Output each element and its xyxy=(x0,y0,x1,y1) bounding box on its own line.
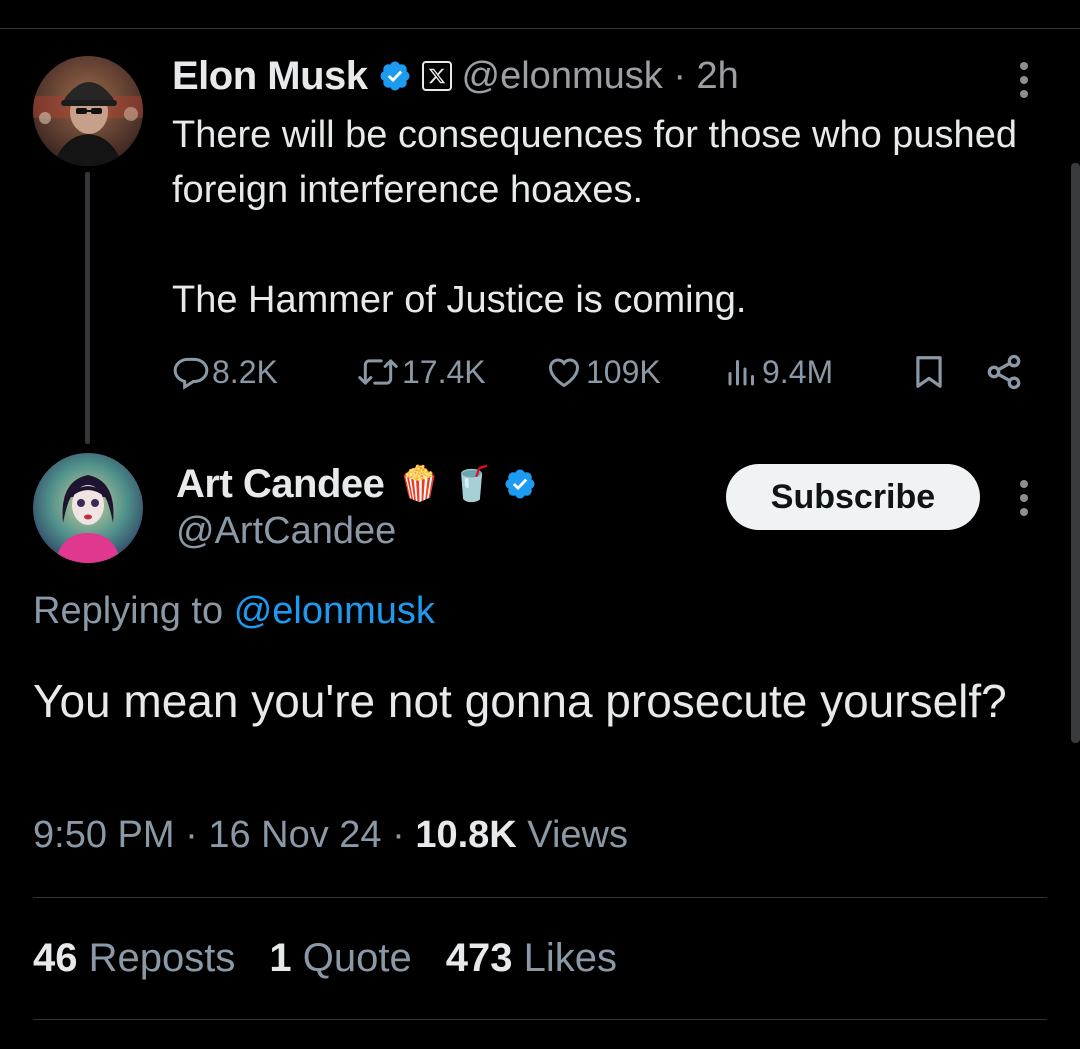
tweet-metadata: 9:50 PM · 16 Nov 24 · 10.8K Views xyxy=(33,814,628,857)
x-affiliate-icon xyxy=(421,61,452,91)
reply-author-name[interactable]: Art Candee xyxy=(176,462,385,507)
avatar-art-candee[interactable] xyxy=(33,453,143,563)
share-button[interactable] xyxy=(984,346,1024,398)
thread-connector-line xyxy=(85,172,90,444)
quotes-stat[interactable]: 1 Quote xyxy=(269,936,411,981)
verified-badge-icon xyxy=(378,59,412,93)
reply-time[interactable]: 9:50 PM xyxy=(33,814,175,856)
reposts-count: 46 xyxy=(33,936,78,980)
handle-and-time: @elonmusk · 2h xyxy=(462,55,739,98)
quotes-count: 1 xyxy=(269,936,292,980)
reposts-stat[interactable]: 46 Reposts xyxy=(33,936,235,981)
reply-date[interactable]: 16 Nov 24 xyxy=(208,814,381,856)
likes-stat[interactable]: 473 Likes xyxy=(446,936,617,981)
stats-divider-top xyxy=(33,897,1047,898)
tweet-action-bar: 8.2K 17.4K 109K 9.4M xyxy=(172,346,1032,398)
parent-tweet-header: Elon Musk @elonmusk · 2h xyxy=(172,52,739,100)
avatar-image xyxy=(33,453,143,563)
more-icon[interactable] xyxy=(1020,480,1028,522)
likes-label: Likes xyxy=(523,936,617,980)
replying-to-mention[interactable]: @elonmusk xyxy=(234,590,435,632)
bookmark-icon xyxy=(916,356,942,388)
views-count: 9.4M xyxy=(762,353,834,390)
views-button[interactable]: 9.4M xyxy=(724,346,833,398)
engagement-stats: 46 Reposts 1 Quote 473 Likes xyxy=(33,936,651,981)
views-icon xyxy=(728,360,754,386)
top-divider xyxy=(0,28,1080,29)
reply-icon xyxy=(173,357,209,390)
reply-views-count: 10.8K xyxy=(415,814,517,856)
like-button[interactable]: 109K xyxy=(544,346,661,398)
verified-badge-icon xyxy=(503,467,537,501)
author-handle[interactable]: @elonmusk xyxy=(462,55,663,97)
tweet-time[interactable]: 2h xyxy=(697,55,739,97)
reply-count: 8.2K xyxy=(212,353,278,390)
repost-button[interactable]: 17.4K xyxy=(356,346,486,398)
drink-icon: 🥤 xyxy=(450,465,494,503)
stats-divider-bottom xyxy=(33,1019,1047,1020)
reply-button[interactable]: 8.2K xyxy=(172,346,278,398)
likes-count: 473 xyxy=(445,936,513,980)
replying-to-prefix: Replying to xyxy=(33,590,224,632)
tweet-text-paragraph-1: There will be consequences for those who… xyxy=(172,114,1017,211)
parent-tweet-text: There will be consequences for those who… xyxy=(172,108,1032,328)
separator-dot: · xyxy=(392,814,405,856)
subscribe-button[interactable]: Subscribe xyxy=(726,464,980,530)
reply-header: Art Candee 🍿 🥤 xyxy=(176,458,537,510)
like-count: 109K xyxy=(586,353,661,390)
avatar-elon-musk[interactable] xyxy=(33,56,143,166)
repost-icon xyxy=(358,359,398,385)
reply-views-label: Views xyxy=(527,814,628,856)
share-icon xyxy=(987,354,1021,390)
separator-dot: · xyxy=(185,814,198,856)
reply-tweet-text: You mean you're not gonna prosecute your… xyxy=(33,675,1007,727)
quotes-label: Quote xyxy=(302,936,412,980)
replying-to-line: Replying to @elonmusk xyxy=(33,590,435,633)
author-name[interactable]: Elon Musk xyxy=(172,54,368,99)
like-icon xyxy=(549,358,579,388)
more-icon[interactable] xyxy=(1020,62,1028,104)
bookmark-button[interactable] xyxy=(910,346,948,398)
reposts-label: Reposts xyxy=(88,936,236,980)
tweet-text-paragraph-2: The Hammer of Justice is coming. xyxy=(172,279,747,321)
separator-dot: · xyxy=(673,54,686,97)
popcorn-icon: 🍿 xyxy=(398,465,441,503)
repost-count: 17.4K xyxy=(402,353,486,390)
avatar-image xyxy=(33,56,143,166)
reply-author-handle[interactable]: @ArtCandee xyxy=(176,510,396,553)
scrollbar[interactable] xyxy=(1071,163,1080,743)
